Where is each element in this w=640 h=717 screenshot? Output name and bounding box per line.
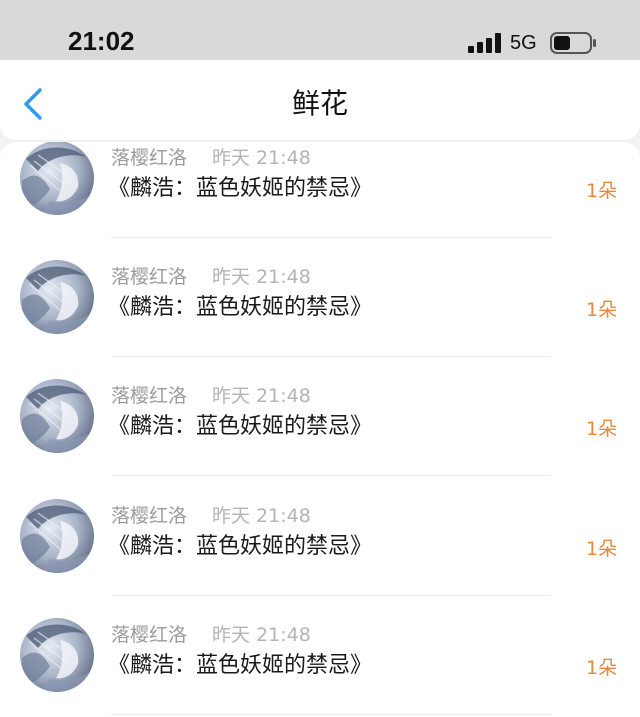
list-item[interactable]: 落樱红洛 昨天 21:48 《麟浩：蓝色妖姬的禁忌》 1朵 <box>0 142 640 238</box>
flower-count: 1朵 <box>586 180 618 202</box>
timestamp: 昨天 21:48 <box>212 505 311 527</box>
signal-icon <box>468 33 501 53</box>
avatar[interactable] <box>20 499 94 573</box>
nav-bar: 鲜花 <box>0 60 640 140</box>
user-name[interactable]: 落樱红洛 <box>111 145 187 171</box>
list-item[interactable]: 落樱红洛 昨天 21:48 《麟浩：蓝色妖姬的禁忌》 1朵 <box>0 238 640 357</box>
book-title[interactable]: 《麟浩：蓝色妖姬的禁忌》 <box>108 532 372 562</box>
flower-count: 1朵 <box>586 657 618 679</box>
timestamp: 昨天 21:48 <box>212 624 311 646</box>
avatar[interactable] <box>20 379 94 453</box>
flower-list: 落樱红洛 昨天 21:48 《麟浩：蓝色妖姬的禁忌》 1朵 落樱红洛 昨天 21… <box>0 142 640 717</box>
book-title[interactable]: 《麟浩：蓝色妖姬的禁忌》 <box>108 412 372 442</box>
flower-count: 1朵 <box>586 299 618 321</box>
user-name[interactable]: 落樱红洛 <box>111 383 187 409</box>
status-bar: 21:02 5G <box>0 0 640 60</box>
book-title[interactable]: 《麟浩：蓝色妖姬的禁忌》 <box>108 293 372 323</box>
timestamp: 昨天 21:48 <box>212 385 311 407</box>
timestamp: 昨天 21:48 <box>212 147 311 169</box>
flower-count: 1朵 <box>586 418 618 440</box>
user-name[interactable]: 落樱红洛 <box>111 264 187 290</box>
network-label: 5G <box>510 32 537 54</box>
timestamp: 昨天 21:48 <box>212 266 311 288</box>
avatar[interactable] <box>20 260 94 334</box>
user-name[interactable]: 落樱红洛 <box>111 503 187 529</box>
user-name[interactable]: 落樱红洛 <box>111 622 187 648</box>
book-title[interactable]: 《麟浩：蓝色妖姬的禁忌》 <box>108 174 372 204</box>
status-time: 21:02 <box>68 26 135 56</box>
page-title: 鲜花 <box>291 87 348 120</box>
list-item[interactable]: 落樱红洛 昨天 21:48 《麟浩：蓝色妖姬的禁忌》 1朵 <box>0 357 640 476</box>
flower-count: 1朵 <box>586 538 618 560</box>
list-item[interactable]: 落樱红洛 昨天 21:48 《麟浩：蓝色妖姬的禁忌》 1朵 <box>0 596 640 715</box>
book-title[interactable]: 《麟浩：蓝色妖姬的禁忌》 <box>108 651 372 681</box>
avatar[interactable] <box>20 142 94 215</box>
avatar[interactable] <box>20 618 94 692</box>
battery-icon <box>550 32 596 54</box>
list-item[interactable]: 落樱红洛 昨天 21:48 《麟浩：蓝色妖姬的禁忌》 1朵 <box>0 477 640 596</box>
divider <box>111 714 551 715</box>
divider <box>111 475 551 476</box>
